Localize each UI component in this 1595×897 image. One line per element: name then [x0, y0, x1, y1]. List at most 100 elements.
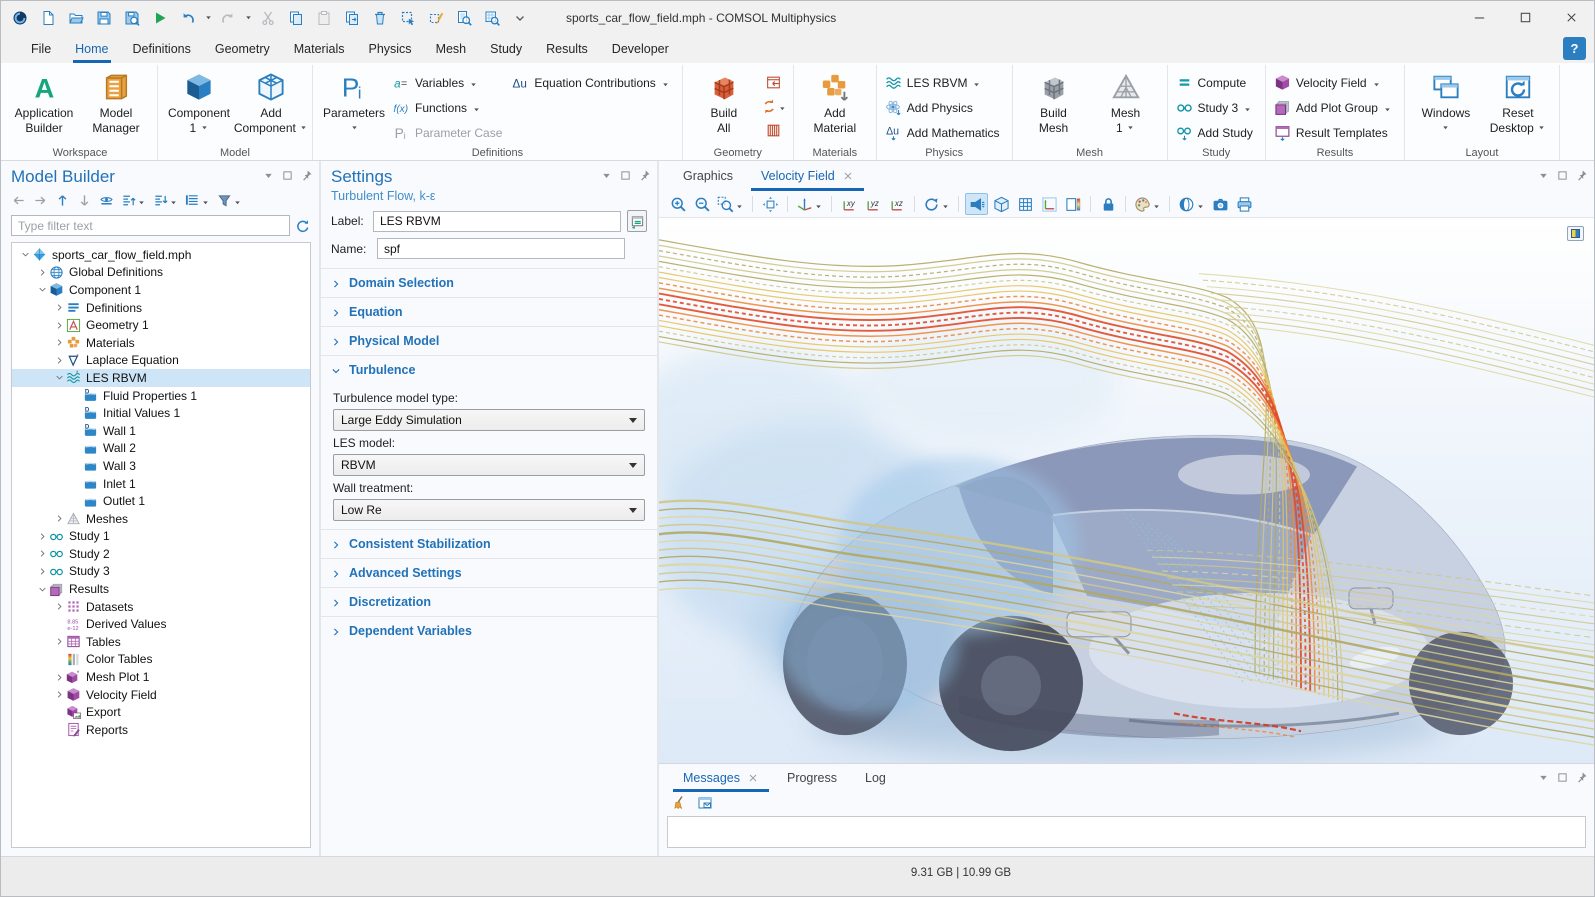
palette-button[interactable] — [1132, 193, 1163, 215]
model-manager-button[interactable]: ModelManager — [81, 67, 151, 147]
model-builder-pin-icon[interactable] — [300, 169, 313, 182]
transparency-button[interactable] — [990, 193, 1012, 215]
graphics-chevron-down-small-icon[interactable] — [1537, 169, 1550, 182]
messages-output[interactable] — [667, 816, 1586, 848]
tree-item-color-tables[interactable]: Color Tables — [12, 651, 310, 669]
zoom-out-button[interactable] — [691, 193, 713, 215]
tree-expander-icon[interactable] — [35, 564, 49, 578]
copy-button[interactable] — [283, 5, 309, 31]
tree-item-geometry-1[interactable]: Geometry 1 — [12, 316, 310, 334]
tree-item-meshes[interactable]: Meshes — [12, 510, 310, 528]
create-shortcut-button[interactable] — [627, 210, 647, 232]
messages-float-icon[interactable] — [1556, 771, 1569, 784]
plot-state-button[interactable] — [1567, 226, 1584, 241]
add-material-button[interactable]: AddMaterial — [800, 67, 870, 147]
grid-toggle-button[interactable] — [1014, 193, 1036, 215]
parameters-button[interactable]: PiParameters — [319, 67, 389, 147]
delete-button[interactable] — [367, 5, 393, 31]
view-xz-button[interactable]: xz — [886, 193, 908, 215]
section-advanced-settings[interactable]: Advanced Settings — [321, 558, 657, 587]
duplicate-button[interactable] — [339, 5, 365, 31]
ribbon-tab-mesh[interactable]: Mesh — [424, 34, 479, 63]
wall-treatment-select[interactable]: Low Re — [333, 499, 645, 521]
functions-button[interactable]: f(x)Functions — [391, 95, 508, 120]
settings-pin-icon[interactable] — [638, 169, 651, 182]
add-physics-button[interactable]: Add Physics — [883, 95, 1006, 120]
graphics-pin-icon[interactable] — [1575, 169, 1588, 182]
insert-sequence-button[interactable] — [761, 70, 787, 94]
move-up-button[interactable] — [53, 190, 72, 210]
legend-toggle-button[interactable] — [1062, 193, 1084, 215]
les-model-select[interactable]: RBVM — [333, 454, 645, 476]
environment-button[interactable] — [1176, 193, 1207, 215]
tree-expander-icon[interactable] — [35, 529, 49, 543]
zoom-box-button[interactable] — [715, 193, 746, 215]
component-1-button[interactable]: Component1 — [164, 67, 234, 147]
add-plot-group-button[interactable]: Add Plot Group — [1272, 95, 1398, 120]
clear-messages-button[interactable] — [669, 793, 689, 813]
tree-item-outlet-1[interactable]: Outlet 1 — [12, 492, 310, 510]
physics-interface-button[interactable]: LES RBVM — [883, 70, 1006, 95]
clear-selection-button[interactable] — [423, 5, 449, 31]
ribbon-tab-study[interactable]: Study — [478, 34, 534, 63]
redo-button[interactable] — [215, 5, 241, 31]
windows-button[interactable]: Windows — [1411, 67, 1481, 147]
add-study-button[interactable]: Add Study — [1174, 120, 1259, 145]
tree-item-mesh-plot-1[interactable]: *Mesh Plot 1 — [12, 668, 310, 686]
tree-item-derived-values[interactable]: 8.85e-12Derived Values — [12, 615, 310, 633]
tree-item-study-2[interactable]: Study 2 — [12, 545, 310, 563]
tree-expander-icon[interactable] — [52, 600, 66, 614]
section-physical-model[interactable]: Physical Model — [321, 326, 657, 355]
tree-item-datasets[interactable]: Datasets — [12, 598, 310, 616]
close-tab-icon[interactable] — [842, 170, 854, 182]
ribbon-tab-file[interactable]: File — [19, 34, 63, 63]
expand-all-button[interactable] — [151, 190, 180, 210]
tree-expander-icon[interactable] — [52, 635, 66, 649]
graphics-canvas[interactable] — [659, 217, 1594, 763]
tree-expander-icon[interactable] — [52, 353, 66, 367]
tree-expander-icon[interactable] — [52, 336, 66, 350]
tree-item-global-definitions[interactable]: Global Definitions — [12, 264, 310, 282]
build-mesh-button[interactable]: BuildMesh — [1019, 67, 1089, 147]
minimize-button[interactable] — [1456, 1, 1502, 34]
print-button[interactable] — [1233, 193, 1255, 215]
ribbon-tab-developer[interactable]: Developer — [600, 34, 681, 63]
add-mathematics-button[interactable]: ΔuAdd Mathematics — [883, 120, 1006, 145]
tree-item-les-rbvm[interactable]: *LES RBVM — [12, 369, 310, 387]
tree-expander-icon[interactable] — [52, 371, 66, 385]
ribbon-tab-results[interactable]: Results — [534, 34, 600, 63]
messages-tab-log[interactable]: Log — [851, 764, 900, 792]
run-button[interactable] — [147, 5, 173, 31]
tree-item-sports-car-flow-field-mph[interactable]: sports_car_flow_field.mph — [12, 246, 310, 264]
cut-button[interactable] — [255, 5, 281, 31]
tree-item-fluid-properties-1[interactable]: DFluid Properties 1 — [12, 387, 310, 405]
result-templates-button[interactable]: Result Templates — [1272, 120, 1398, 145]
show-toggle-button[interactable] — [97, 190, 116, 210]
tree-expander-icon[interactable] — [35, 582, 49, 596]
graphics-tab-graphics[interactable]: Graphics — [669, 161, 747, 191]
close-button[interactable] — [1548, 1, 1594, 34]
message-settings-button[interactable] — [695, 793, 715, 813]
tree-item-initial-values-1[interactable]: DInitial Values 1 — [12, 404, 310, 422]
velocity-field-group-button[interactable]: Velocity Field — [1272, 70, 1398, 95]
refresh-icon[interactable] — [295, 218, 311, 234]
study-3-button[interactable]: Study 3 — [1174, 95, 1259, 120]
comsol-logo-button[interactable] — [7, 5, 33, 31]
tree-item-study-3[interactable]: Study 3 — [12, 563, 310, 581]
model-builder-float-icon[interactable] — [281, 169, 294, 182]
ribbon-tab-geometry[interactable]: Geometry — [203, 34, 282, 63]
tree-expander-icon[interactable] — [52, 318, 66, 332]
name-input[interactable] — [377, 238, 625, 259]
compute-button[interactable]: Compute — [1174, 70, 1259, 95]
build-all-button[interactable]: BuildAll — [689, 67, 759, 147]
open-file-button[interactable] — [63, 5, 89, 31]
lock-button[interactable] — [1097, 193, 1119, 215]
undo-button[interactable] — [175, 5, 201, 31]
section-equation[interactable]: Equation — [321, 297, 657, 326]
messages-pin-icon[interactable] — [1575, 771, 1588, 784]
save-search-button[interactable] — [119, 5, 145, 31]
save-button[interactable] — [91, 5, 117, 31]
redo-dropdown-caret[interactable] — [243, 5, 253, 31]
tree-expander-icon[interactable] — [35, 283, 49, 297]
application-builder-button[interactable]: AApplicationBuilder — [9, 67, 79, 147]
